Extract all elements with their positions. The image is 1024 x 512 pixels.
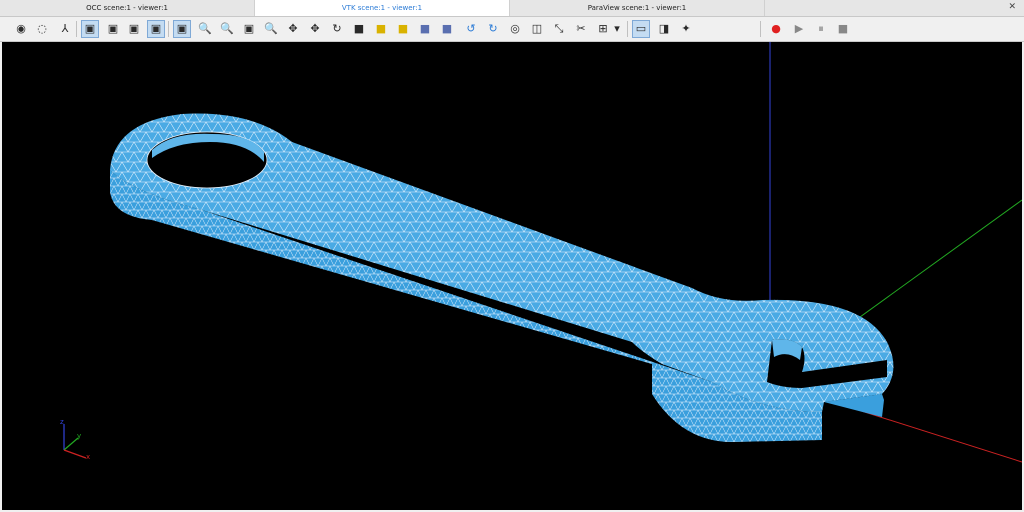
tab-vtk-viewer[interactable]: VTK scene:1 - viewer:1 (255, 0, 510, 16)
interaction-style-icon[interactable]: ◫ (528, 20, 546, 38)
scaling-icon[interactable]: ⤡ (550, 20, 568, 38)
render-settings-icon[interactable]: ✦ (677, 20, 695, 38)
rotate-counterclockwise-icon[interactable]: ↺ (462, 20, 480, 38)
parallel-projection-icon[interactable]: ▭ (632, 20, 650, 38)
view-left-icon[interactable]: ▣ (125, 20, 143, 38)
dump-view-icon[interactable]: ◉ (12, 20, 30, 38)
toolbar-separator (627, 21, 628, 37)
view-cube-back-icon[interactable]: ■ (394, 20, 412, 38)
view-cube-icon[interactable]: ■ (350, 20, 368, 38)
rotate-clockwise-icon[interactable]: ↻ (484, 20, 502, 38)
view-back-icon[interactable]: ▣ (104, 20, 122, 38)
trihedron-icon[interactable]: ⅄ (56, 20, 74, 38)
triad-x-line (63, 449, 87, 459)
fit-all-icon[interactable]: 🔍 (262, 20, 280, 38)
wrench-mesh[interactable] (110, 113, 894, 442)
triad-y-line (63, 437, 79, 451)
global-pan-icon[interactable]: ✥ (306, 20, 324, 38)
view-front-icon[interactable]: ▣ (81, 20, 99, 38)
view-cube-right-icon[interactable]: ■ (438, 20, 456, 38)
play-icon[interactable]: ▶ (790, 20, 808, 38)
toolbar-separator (168, 21, 169, 37)
tab-occ-viewer[interactable]: OCC scene:1 - viewer:1 (0, 0, 255, 16)
view-bottom-icon[interactable]: ▣ (240, 20, 258, 38)
clipping-icon[interactable]: ✂ (572, 20, 590, 38)
tab-bar-empty: ✕ (765, 0, 1024, 16)
view-right-icon[interactable]: ▣ (147, 20, 165, 38)
view-tab-bar: OCC scene:1 - viewer:1 VTK scene:1 - vie… (0, 0, 1024, 17)
pause-icon[interactable]: ⏸ (812, 20, 830, 38)
3d-viewport[interactable]: z y x (2, 42, 1022, 510)
toolbar-separator (760, 21, 761, 37)
rotate-icon[interactable]: ↻ (328, 20, 346, 38)
record-icon[interactable]: ● (767, 20, 785, 38)
toolbar-separator (76, 21, 77, 37)
view-cube-left-icon[interactable]: ■ (416, 20, 434, 38)
triad-y-label: y (77, 432, 81, 440)
synchronize-icon[interactable]: ⊞ (594, 20, 612, 38)
tab-paraview-viewer[interactable]: ParaView scene:1 - viewer:1 (510, 0, 765, 16)
view-top-icon[interactable]: ▣ (173, 20, 191, 38)
stop-icon[interactable]: ■ (834, 20, 852, 38)
fit-all-2-icon[interactable]: ◌ (33, 20, 51, 38)
viewer-toolbar: ◉ ◌ ⅄ ▣ ▣ ▣ ▣ ▣ 🔍 🔍 ▣ 🔍 ✥ ✥ ↻ ■ ■ ■ ■ ■ … (0, 17, 1024, 42)
scene-canvas[interactable]: z y x (2, 42, 1022, 510)
triad-z-label: z (60, 418, 64, 426)
zoom-icon[interactable]: 🔍 (196, 20, 214, 38)
triad-x-label: x (86, 453, 90, 461)
chevron-down-icon[interactable]: ▾ (612, 20, 622, 38)
orientation-triad: z y x (60, 418, 90, 461)
pan-icon[interactable]: ✥ (284, 20, 302, 38)
perspective-projection-icon[interactable]: ◨ (655, 20, 673, 38)
close-tab-icon[interactable]: ✕ (1008, 3, 1016, 12)
zoom-window-icon[interactable]: 🔍 (218, 20, 236, 38)
graduated-axes-icon[interactable]: ◎ (506, 20, 524, 38)
view-cube-front-icon[interactable]: ■ (372, 20, 390, 38)
